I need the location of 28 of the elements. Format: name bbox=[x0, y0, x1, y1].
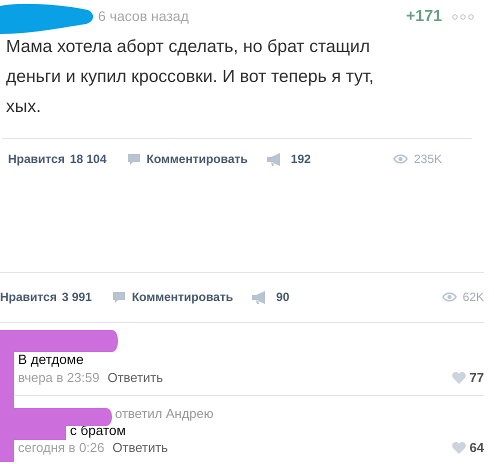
comment-time: сегодня в 0:26 bbox=[18, 439, 104, 457]
view-count: 235K bbox=[414, 151, 442, 168]
reply-to: ответил Андрею bbox=[115, 405, 215, 422]
speech-bubble-icon bbox=[126, 152, 141, 166]
more-icon[interactable] bbox=[452, 14, 474, 20]
post-time: 6 часов назад bbox=[98, 7, 189, 26]
comment-button[interactable]: Комментировать bbox=[112, 288, 234, 306]
eye-icon bbox=[442, 292, 457, 302]
comment-time: вчера в 23:59 bbox=[18, 369, 100, 387]
megaphone-icon bbox=[266, 152, 283, 166]
reply-link[interactable]: Ответить bbox=[107, 369, 164, 387]
share-button[interactable]: 90 bbox=[251, 288, 290, 306]
reply-link[interactable]: Ответить bbox=[112, 439, 168, 457]
heart-icon bbox=[452, 372, 466, 384]
like-count: 77 bbox=[470, 369, 484, 387]
heart-icon bbox=[452, 442, 466, 454]
like-count: 64 bbox=[470, 439, 484, 457]
comment-text: В детдоме bbox=[18, 351, 85, 369]
speech-bubble-icon bbox=[112, 290, 126, 304]
like-button[interactable]: Нравится 3 991 bbox=[0, 288, 92, 306]
comment-button[interactable]: Комментировать bbox=[126, 150, 248, 168]
eye-icon bbox=[392, 154, 408, 164]
post-rating: +171 bbox=[406, 6, 442, 26]
like-button[interactable]: Нравится 18 104 bbox=[8, 150, 107, 168]
comment-text: с братом bbox=[70, 422, 127, 439]
post-text: Мама хотела аборт сделать, но брат стащил деньги и купил кроссовки. И вот теперь я тут, хых. bbox=[6, 35, 375, 118]
share-button[interactable]: 192 bbox=[266, 150, 311, 168]
view-count: 62K bbox=[462, 289, 484, 306]
